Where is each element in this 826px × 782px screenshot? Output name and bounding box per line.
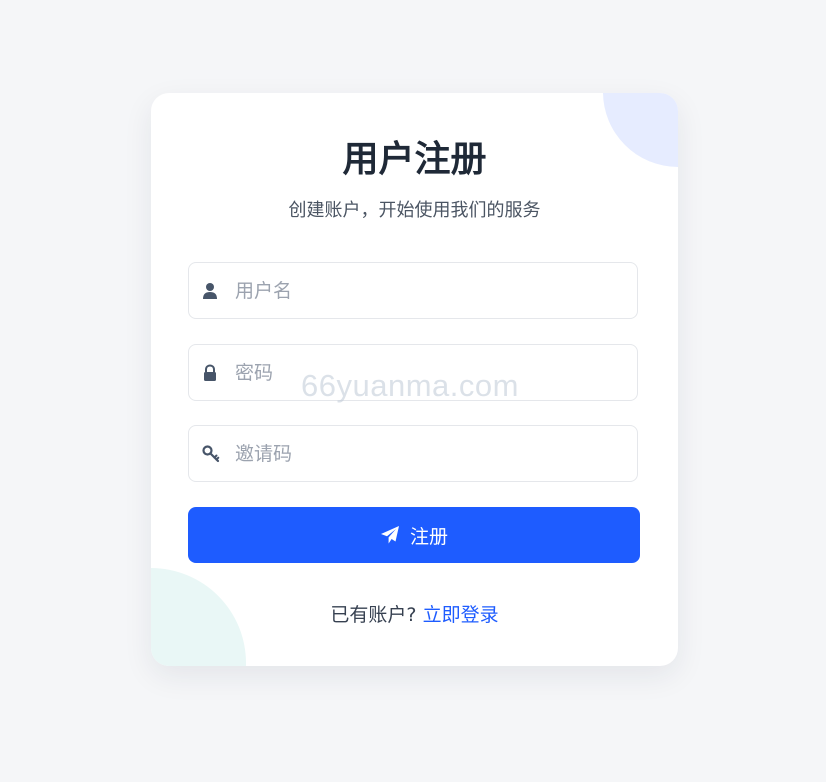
page-title: 用户注册 <box>342 139 487 180</box>
invite-code-input[interactable] <box>235 426 625 481</box>
invite-code-field[interactable] <box>188 425 638 482</box>
register-button[interactable]: 注册 <box>188 507 640 563</box>
key-icon <box>202 445 220 463</box>
register-card: 用户注册 创建账户，开始使用我们的服务 用户名 邀请码 注册 已有账户? 立即登… <box>151 93 678 666</box>
username-field[interactable] <box>188 262 638 319</box>
password-input[interactable] <box>235 345 625 400</box>
paper-plane-icon <box>380 525 400 545</box>
login-link[interactable]: 立即登录 <box>423 604 499 626</box>
page-subtitle: 创建账户，开始使用我们的服务 <box>288 200 541 221</box>
login-prompt-text: 已有账户? <box>330 604 417 626</box>
lock-icon <box>202 364 218 382</box>
password-field[interactable] <box>188 344 638 401</box>
register-button-label: 注册 <box>409 525 448 548</box>
user-icon <box>202 282 218 300</box>
username-input[interactable] <box>235 263 625 318</box>
login-prompt: 已有账户? 立即登录 <box>151 602 678 628</box>
